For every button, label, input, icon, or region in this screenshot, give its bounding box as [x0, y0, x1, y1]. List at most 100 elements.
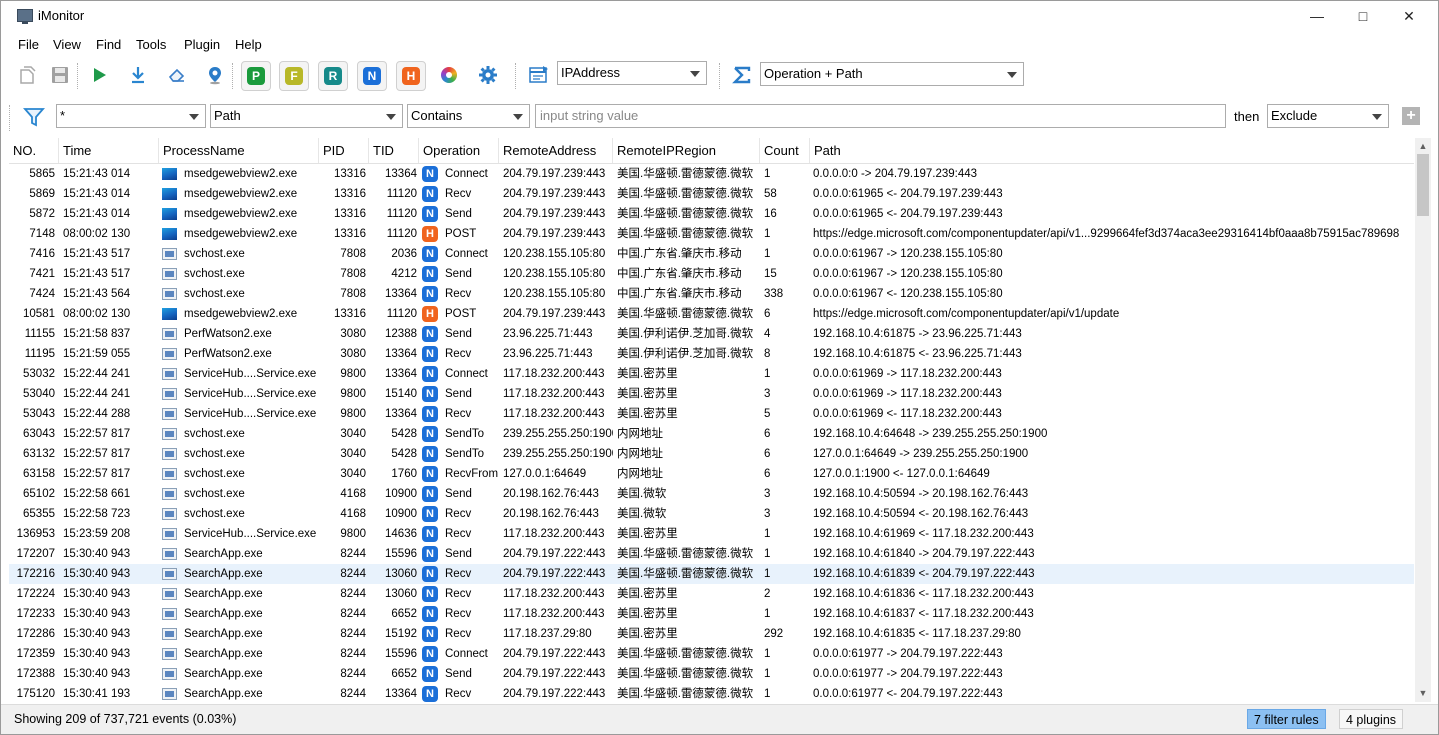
filter-string-input[interactable]: input string value	[535, 104, 1226, 128]
table-row[interactable]: N 7424 15:21:43 564 svchost.exe 7808 13364 Rec…	[9, 284, 1414, 304]
table-row[interactable]: N 63158 15:22:57 817 svchost.exe 3040 1760 Rec…	[9, 464, 1414, 484]
scroll-down-icon[interactable]: ▼	[1415, 686, 1431, 700]
network-badge-icon: N	[422, 466, 438, 482]
table-row[interactable]: N 172286 15:30:40 943 SearchApp.exe 8244 1519…	[9, 624, 1414, 644]
table-row[interactable]: N 136953 15:23:59 208 ServiceHub....Service…	[9, 524, 1414, 544]
cell-tid: 13364	[385, 348, 417, 360]
cell-remoteaddress: 204.79.197.239:443	[503, 168, 606, 180]
col-processname[interactable]: ProcessName	[159, 138, 319, 163]
table-row[interactable]: N 172359 15:30:40 943 SearchApp.exe 8244 1559…	[9, 644, 1414, 664]
table-row[interactable]: N 11195 15:21:59 055 PerfWatson2.exe 3080 133…	[9, 344, 1414, 364]
table-row[interactable]: N 172233 15:30:40 943 SearchApp.exe 8244 6652…	[9, 604, 1414, 624]
toolbar: P F R N H IPAddress	[1, 57, 1438, 95]
cell-tid: 11120	[386, 208, 417, 220]
save-icon[interactable]	[46, 61, 74, 89]
table-row[interactable]: N 65102 15:22:58 661 svchost.exe 4168 10900 Se…	[9, 484, 1414, 504]
cell-time: 15:30:40 943	[63, 568, 131, 580]
table-row[interactable]: N 5865 15:21:43 014 msedgewebview2.exe 13316…	[9, 164, 1414, 184]
plugins-badge[interactable]: 4 plugins	[1339, 709, 1404, 729]
aggregate-select[interactable]: Operation + Path	[760, 62, 1024, 86]
menu-file[interactable]: File	[18, 37, 39, 52]
plugin-f-button[interactable]: F	[279, 61, 309, 91]
table-row[interactable]: N 172224 15:30:40 943 SearchApp.exe 8244 1306…	[9, 584, 1414, 604]
menu-plugin[interactable]: Plugin	[184, 37, 220, 52]
cell-path: 0.0.0.0:61967 -> 120.238.155.105:80	[813, 268, 1003, 280]
table-row[interactable]: N 65355 15:22:58 723 svchost.exe 4168 10900 Re…	[9, 504, 1414, 524]
plugin-h-button[interactable]: H	[396, 61, 426, 91]
maximize-button[interactable]: □	[1340, 1, 1386, 31]
cell-remoteaddress: 239.255.255.250:1900	[503, 448, 613, 460]
table-row[interactable]: N 63132 15:22:57 817 svchost.exe 3040 5428 Sen…	[9, 444, 1414, 464]
scrollbar-thumb[interactable]	[1417, 154, 1429, 216]
minimize-button[interactable]: —	[1294, 1, 1340, 31]
download-icon[interactable]	[124, 61, 152, 89]
menu-help[interactable]: Help	[235, 37, 262, 52]
title-bar: iMonitor — □ ✕	[1, 1, 1438, 31]
table-row[interactable]: N 175120 15:30:41 193 SearchApp.exe 8244 1336…	[9, 684, 1414, 702]
cell-pid: 7808	[340, 248, 366, 260]
cell-remoteipregion: 美国.密苏里	[617, 408, 678, 420]
plugin-r-button[interactable]: R	[318, 61, 348, 91]
cell-remoteaddress: 127.0.0.1:64649	[503, 468, 587, 480]
col-no[interactable]: NO.	[9, 138, 59, 163]
filter-condition-select[interactable]: Contains	[407, 104, 530, 128]
filter-action-select[interactable]: Exclude	[1267, 104, 1389, 128]
cell-remoteaddress: 204.79.197.239:443	[503, 228, 606, 240]
vertical-scrollbar[interactable]: ▲ ▼	[1415, 138, 1431, 702]
table-row[interactable]: N 11155 15:21:58 837 PerfWatson2.exe 3080 123…	[9, 324, 1414, 344]
col-path[interactable]: Path	[810, 138, 1414, 163]
table-row[interactable]: N 53043 15:22:44 288 ServiceHub....Service.…	[9, 404, 1414, 424]
cell-remoteipregion: 中国.广东省.肇庆市.移动	[617, 288, 742, 300]
plugin-n-button[interactable]: N	[357, 61, 387, 91]
table-row[interactable]: N 7416 15:21:43 517 svchost.exe 7808 2036 Conn…	[9, 244, 1414, 264]
cell-path: 0.0.0.0:61967 <- 120.238.155.105:80	[813, 288, 1003, 300]
table-row[interactable]: N 53032 15:22:44 241 ServiceHub....Service.…	[9, 364, 1414, 384]
filter-rules-badge[interactable]: 7 filter rules	[1247, 709, 1326, 729]
filter-value-text: *	[60, 108, 66, 123]
table-row[interactable]: N 5869 15:21:43 014 msedgewebview2.exe 13316…	[9, 184, 1414, 204]
col-count[interactable]: Count	[760, 138, 810, 163]
table-row[interactable]: N 172388 15:30:40 943 SearchApp.exe 8244 6652…	[9, 664, 1414, 684]
new-document-icon[interactable]	[13, 61, 41, 89]
col-operation[interactable]: Operation	[419, 138, 499, 163]
cell-remoteaddress: 23.96.225.71:443	[503, 328, 593, 340]
table-row[interactable]: N 7421 15:21:43 517 svchost.exe 7808 4212 Send…	[9, 264, 1414, 284]
cell-pid: 3080	[340, 328, 366, 340]
filter-field-select[interactable]: Path	[210, 104, 403, 128]
filter-funnel-icon[interactable]	[23, 106, 45, 131]
menu-find[interactable]: Find	[96, 37, 121, 52]
table-row[interactable]: H 7148 08:00:02 130 msedgewebview2.exe 13316…	[9, 224, 1414, 244]
color-wheel-icon[interactable]	[435, 61, 463, 89]
filter-field-text: Path	[214, 108, 241, 123]
start-capture-icon[interactable]	[85, 61, 113, 89]
menu-view[interactable]: View	[53, 37, 81, 52]
network-badge-icon: N	[422, 166, 438, 182]
cell-path: 192.168.10.4:61875 -> 23.96.225.71:443	[813, 328, 1022, 340]
table-row[interactable]: N 172207 15:30:40 943 SearchApp.exe 8244 1559…	[9, 544, 1414, 564]
group-by-select[interactable]: IPAddress	[557, 61, 707, 85]
cell-no: 136953	[16, 528, 55, 540]
col-tid[interactable]: TID	[369, 138, 419, 163]
table-row[interactable]: N 172216 15:30:40 943 SearchApp.exe 8244 1306…	[9, 564, 1414, 584]
table-row[interactable]: N 53040 15:22:44 241 ServiceHub....Service.…	[9, 384, 1414, 404]
close-button[interactable]: ✕	[1386, 1, 1432, 31]
cell-no: 175120	[16, 688, 55, 700]
cell-path: 192.168.10.4:61840 -> 204.79.197.222:443	[813, 548, 1035, 560]
cell-pid: 8244	[340, 608, 366, 620]
cell-time: 15:30:41 193	[63, 688, 131, 700]
col-pid[interactable]: PID	[319, 138, 369, 163]
table-row[interactable]: H 10581 08:00:02 130 msedgewebview2.exe 1331…	[9, 304, 1414, 324]
col-remoteipregion[interactable]: RemoteIPRegion	[613, 138, 760, 163]
plugin-p-button[interactable]: P	[241, 61, 271, 91]
eraser-icon[interactable]	[163, 61, 191, 89]
settings-gear-icon[interactable]	[474, 61, 502, 89]
add-filter-button[interactable]: +	[1402, 107, 1420, 125]
table-row[interactable]: N 5872 15:21:43 014 msedgewebview2.exe 13316…	[9, 204, 1414, 224]
scroll-up-icon[interactable]: ▲	[1415, 139, 1431, 153]
location-pin-icon[interactable]	[201, 61, 229, 89]
col-time[interactable]: Time	[59, 138, 159, 163]
menu-tools[interactable]: Tools	[136, 37, 166, 52]
col-remoteaddress[interactable]: RemoteAddress	[499, 138, 613, 163]
table-row[interactable]: N 63043 15:22:57 817 svchost.exe 3040 5428 Sen…	[9, 424, 1414, 444]
filter-value-select[interactable]: *	[56, 104, 206, 128]
